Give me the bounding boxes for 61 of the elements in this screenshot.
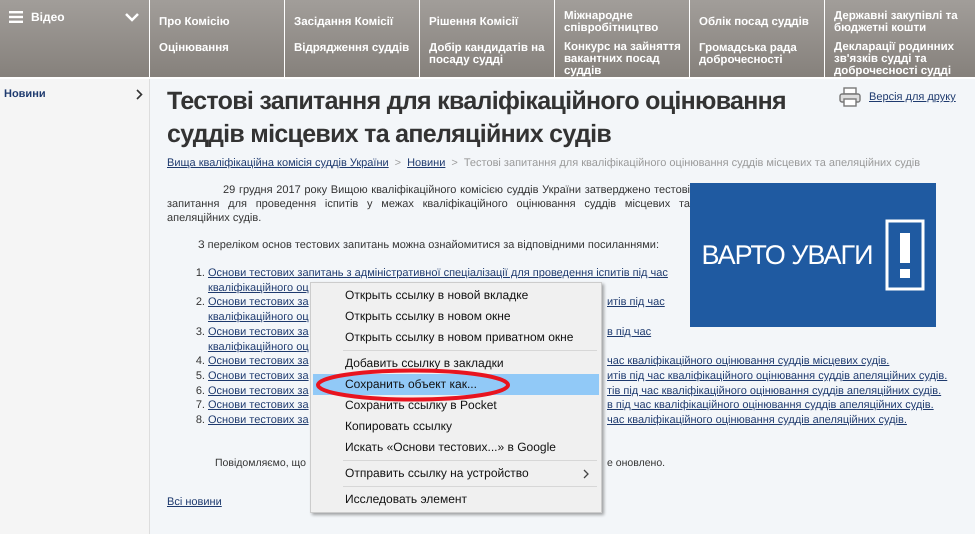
print-version-link[interactable]: Версія для друку — [869, 91, 956, 103]
menu-item[interactable]: Открыть ссылку в новой вкладке — [313, 285, 599, 306]
list-number: 5. — [195, 368, 205, 384]
nav-link[interactable]: Декларації родинних зв'язків судді та доброчесності судді — [834, 39, 975, 77]
document-link[interactable]: Основи тестових за — [208, 399, 309, 412]
menu-item[interactable]: Сохранить объект как... — [313, 374, 599, 395]
breadcrumb-separator: > — [451, 157, 458, 169]
banner: ВАРТО УВАГИ — [690, 183, 936, 327]
document-link[interactable]: час кваліфікаційного оцінювання суддів апеляційних судів. — [607, 414, 907, 426]
document-link[interactable]: в під час — [607, 326, 652, 338]
document-link[interactable]: тів під час кваліфікаційного оцінювання суддів апеляційних судів. — [607, 384, 942, 397]
menu-item[interactable]: Открыть ссылку в новом приватном окне — [313, 327, 599, 348]
document-link[interactable]: итів під час кваліфікаційного оцінювання суддів апеляційних судів. — [607, 370, 948, 382]
nav-link[interactable]: Добір кандидатів на посаду судді — [429, 40, 554, 77]
chevron-right-icon — [136, 88, 143, 100]
all-news-link[interactable]: Всі новини — [167, 496, 222, 508]
menu-item[interactable]: Отправить ссылку на устройство — [313, 463, 599, 484]
menu-item[interactable]: Исследовать элемент — [313, 489, 599, 510]
nav-link[interactable]: Громадська рада доброчесності — [699, 40, 824, 77]
sidebar-title: Відео — [31, 10, 66, 24]
breadcrumb-current: Тестові запитання для кваліфікаційного оцінювання суддів місцевих та апеляційних судів — [464, 157, 920, 169]
document-link[interactable]: Основи тестових за — [208, 326, 309, 338]
document-link[interactable]: Основи тестових за — [208, 370, 309, 382]
menu-item[interactable]: Добавить ссылку в закладки — [313, 353, 599, 374]
sidebar-item[interactable]: Новини — [0, 79, 149, 100]
paragraph: 29 грудня 2017 року Вищою кваліфікаційного комісією суддів України затверджено тестові запитання для проведення іспитів у межах кваліфікаційного оцінювання суддів місцевих та апеляційних судів. — [167, 183, 691, 225]
menu-item[interactable]: Сохранить ссылку в Pocket — [313, 395, 599, 416]
document-link[interactable]: в під час кваліфікаційного оцінювання суддів апеляційних судів. — [607, 399, 934, 412]
document-link[interactable]: кваліфікаційного оц — [208, 340, 309, 353]
document-link[interactable]: Основи тестових за — [208, 355, 309, 368]
document-link[interactable]: Основи тестових за — [208, 414, 309, 426]
document-link[interactable]: Основи тестових за — [208, 296, 309, 308]
list-number: 4. — [195, 354, 205, 369]
breadcrumb-separator: > — [394, 157, 402, 169]
document-link[interactable]: кваліфікаційного оц — [208, 282, 309, 294]
list-number: 1. — [195, 266, 205, 281]
article-title: Тестові запитання для кваліфікаційного оцінювання суддів місцевих та апеляційних судів — [167, 86, 787, 150]
breadcrumb-link[interactable]: Вища кваліфікаційна комісія суддів України — [167, 157, 389, 169]
list-number: 3. — [195, 324, 205, 340]
nav-link[interactable]: Конкурс на зайняття вакантних посад суддів — [564, 39, 689, 77]
document-link[interactable]: итів під час — [607, 296, 665, 308]
list-number: 7. — [195, 398, 205, 414]
list-number: 6. — [195, 384, 205, 398]
document-link[interactable]: Основи тестових запитань з адміністративної спеціалізації для проведення іспитів під час — [208, 267, 668, 279]
notice-text: е оновлено. — [607, 456, 666, 469]
document-link[interactable]: час кваліфікаційного оцінювання суддів місцевих судів. — [607, 355, 890, 368]
chevron-down-icon — [125, 13, 139, 22]
notice-text: Повідомляємо, що — [215, 456, 306, 469]
menu-item[interactable]: Копировать ссылку — [313, 416, 599, 437]
document-link[interactable]: кваліфікаційного оц — [208, 311, 309, 324]
list-number: 2. — [195, 295, 205, 310]
document-link[interactable]: Основи тестових за — [208, 384, 309, 397]
menu-icon — [9, 11, 23, 23]
breadcrumb-link[interactable]: Новини — [407, 157, 446, 169]
paragraph: З переліком основ тестових запитань можна ознайомитися за відповідними посиланнями: — [196, 238, 660, 252]
menu-item[interactable]: Искать «Основи тестових...» в Google — [313, 437, 599, 458]
menu-item[interactable]: Открыть ссылку в новом окне — [313, 306, 599, 327]
printer-icon[interactable] — [839, 87, 861, 107]
exclamation-icon — [884, 219, 924, 291]
chevron-right-icon — [583, 469, 589, 479]
list-number: 8. — [195, 413, 205, 428]
